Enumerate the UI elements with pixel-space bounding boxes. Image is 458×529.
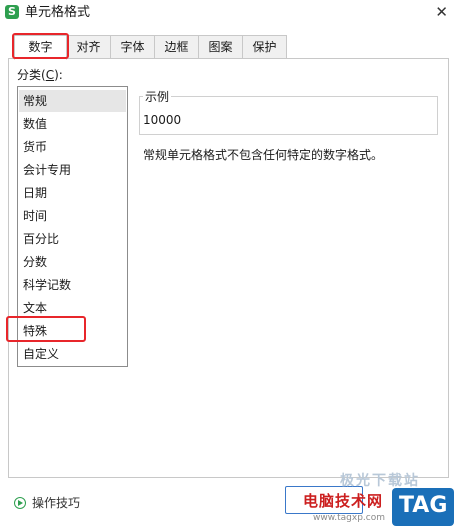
dialog-title: 单元格格式 [25, 5, 91, 20]
category-item-custom[interactable]: 自定义 [19, 343, 126, 365]
tips-label: 操作技巧 [32, 496, 81, 510]
tab-alignment[interactable]: 对齐 [66, 35, 111, 59]
tag-logo-text: TAG [399, 493, 448, 518]
play-circle-icon [14, 497, 26, 509]
category-item-time[interactable]: 时间 [19, 205, 126, 227]
format-description: 常规单元格格式不包含任何特定的数字格式。 [143, 148, 384, 162]
category-item-accounting[interactable]: 会计专用 [19, 159, 126, 181]
title-bar: S 单元格格式 ✕ [0, 0, 458, 26]
category-label-accel: C [45, 68, 55, 82]
tab-border[interactable]: 边框 [154, 35, 199, 59]
tips-link[interactable]: 操作技巧 [14, 494, 80, 511]
app-icon: S [5, 5, 19, 19]
category-item-currency[interactable]: 货币 [19, 136, 126, 158]
sample-legend: 示例 [143, 88, 172, 105]
category-label-prefix: 分类( [17, 68, 46, 82]
close-icon[interactable]: ✕ [435, 3, 448, 21]
category-item-number[interactable]: 数值 [19, 113, 126, 135]
category-item-fraction[interactable]: 分数 [19, 251, 126, 273]
watermark-top-text: 极光下载站 [340, 473, 420, 489]
category-item-percentage[interactable]: 百分比 [19, 228, 126, 250]
watermark-url: www.tagxp.com [313, 513, 385, 523]
highlight-box-special [6, 316, 86, 342]
tab-patterns[interactable]: 图案 [198, 35, 243, 59]
highlight-box-tab [12, 33, 69, 59]
sample-groupbox [139, 96, 438, 135]
category-label: 分类(C): [17, 66, 63, 83]
sample-value: 10000 [143, 113, 182, 127]
watermark-site-name: 电脑技术网 [303, 492, 384, 510]
category-item-date[interactable]: 日期 [19, 182, 126, 204]
tab-font[interactable]: 字体 [110, 35, 155, 59]
format-cells-dialog: S 单元格格式 ✕ 数字 对齐 字体 边框 图案 保护 分类(C): 常规 数值… [0, 0, 458, 529]
category-item-scientific[interactable]: 科学记数 [19, 274, 126, 296]
tab-protection[interactable]: 保护 [242, 35, 287, 59]
category-item-general[interactable]: 常规 [19, 90, 126, 112]
category-label-suffix: ): [54, 68, 63, 82]
